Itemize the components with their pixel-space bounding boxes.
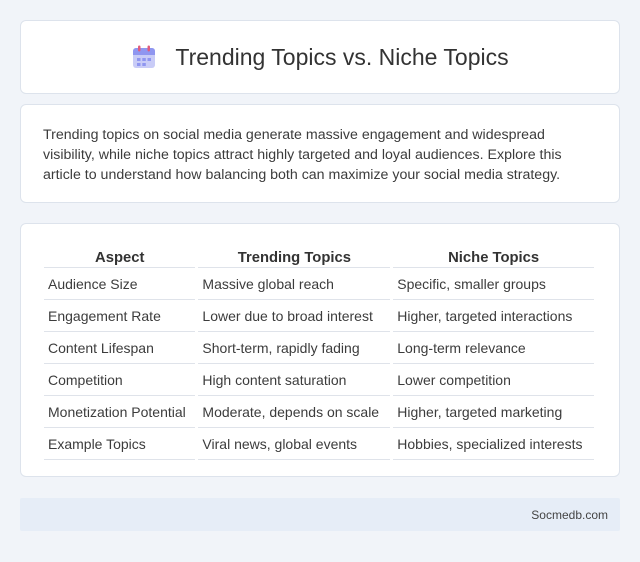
intro-card: Trending topics on social media generate… — [20, 104, 620, 203]
table-row: Example Topics Viral news, global events… — [44, 430, 594, 460]
calendar-icon — [131, 44, 157, 70]
table-row: Content Lifespan Short-term, rapidly fad… — [44, 334, 594, 364]
table-cell: Audience Size — [44, 270, 196, 300]
table-cell: High content saturation — [198, 366, 391, 396]
column-header-aspect: Aspect — [44, 246, 196, 268]
table-header-row: Aspect Trending Topics Niche Topics — [44, 246, 594, 268]
table-cell: Higher, targeted interactions — [393, 302, 594, 332]
table-cell: Content Lifespan — [44, 334, 196, 364]
table-cell: Monetization Potential — [44, 398, 196, 428]
footer-bar: Socmedb.com — [20, 498, 620, 531]
page-title: Trending Topics vs. Niche Topics — [175, 43, 509, 70]
table-row: Audience Size Massive global reach Speci… — [44, 270, 594, 300]
table-row: Competition High content saturation Lowe… — [44, 366, 594, 396]
comparison-table-card: Aspect Trending Topics Niche Topics Audi… — [20, 223, 620, 477]
table-cell: Specific, smaller groups — [393, 270, 594, 300]
table-cell: Example Topics — [44, 430, 196, 460]
table-cell: Short-term, rapidly fading — [198, 334, 391, 364]
title-wrap: Trending Topics vs. Niche Topics — [131, 43, 509, 71]
column-header-niche: Niche Topics — [393, 246, 594, 268]
table-cell: Long-term relevance — [393, 334, 594, 364]
table-cell: Lower due to broad interest — [198, 302, 391, 332]
table-cell: Viral news, global events — [198, 430, 391, 460]
footer-site-link[interactable]: Socmedb.com — [531, 508, 608, 522]
table-cell: Engagement Rate — [44, 302, 196, 332]
table-cell: Competition — [44, 366, 196, 396]
title-card: Trending Topics vs. Niche Topics — [20, 20, 620, 94]
comparison-table: Aspect Trending Topics Niche Topics Audi… — [41, 244, 597, 462]
table-row: Monetization Potential Moderate, depends… — [44, 398, 594, 428]
table-row: Engagement Rate Lower due to broad inter… — [44, 302, 594, 332]
table-cell: Lower competition — [393, 366, 594, 396]
table-cell: Moderate, depends on scale — [198, 398, 391, 428]
column-header-trending: Trending Topics — [198, 246, 391, 268]
table-cell: Higher, targeted marketing — [393, 398, 594, 428]
table-cell: Hobbies, specialized interests — [393, 430, 594, 460]
intro-text: Trending topics on social media generate… — [43, 127, 562, 183]
table-cell: Massive global reach — [198, 270, 391, 300]
